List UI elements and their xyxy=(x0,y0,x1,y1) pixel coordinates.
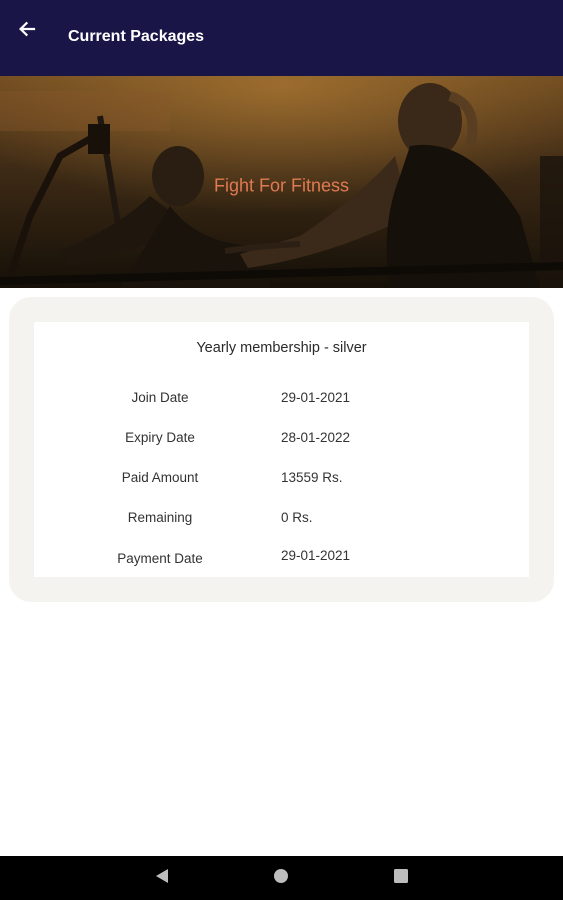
back-button[interactable] xyxy=(8,12,46,50)
page-title: Current Packages xyxy=(68,28,205,45)
payment-date-label: Payment Date xyxy=(117,551,203,566)
hero-tagline: Fight For Fitness xyxy=(213,175,350,196)
triangle-back-icon xyxy=(155,868,169,889)
package-name: Yearly membership - silver xyxy=(196,340,367,356)
paid-amount-label: Paid Amount xyxy=(121,470,199,485)
package-card: Yearly membership - silver Join Date 29-… xyxy=(9,297,554,602)
nav-back-button[interactable] xyxy=(140,856,184,900)
nav-recents-button[interactable] xyxy=(379,856,423,900)
arrow-left-icon xyxy=(17,19,37,44)
paid-amount-value: 13559 Rs. xyxy=(281,470,343,485)
system-nav-bar xyxy=(0,856,563,900)
square-recents-icon xyxy=(394,868,408,888)
nav-home-button[interactable] xyxy=(259,856,303,900)
circle-home-icon xyxy=(273,868,289,889)
remaining-label: Remaining xyxy=(127,510,193,525)
hero-banner: Fight For Fitness xyxy=(0,76,563,288)
app-bar: Current Packages xyxy=(0,0,563,76)
join-date-value: 29-01-2021 xyxy=(281,390,351,405)
remaining-value: 0 Rs. xyxy=(281,510,313,525)
expiry-date-label: Expiry Date xyxy=(125,430,195,445)
expiry-date-value: 28-01-2022 xyxy=(281,430,351,445)
join-date-label: Join Date xyxy=(131,390,189,405)
payment-date-value: 29-01-2021 xyxy=(281,548,351,563)
package-card-content: Yearly membership - silver Join Date 29-… xyxy=(34,322,529,577)
